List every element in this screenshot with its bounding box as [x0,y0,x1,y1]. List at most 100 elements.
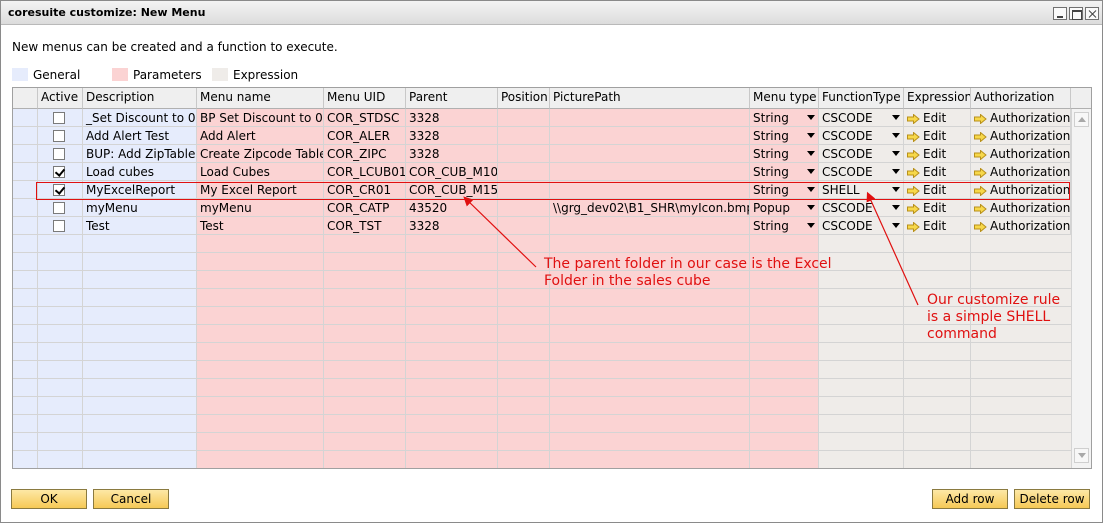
authorization-link-label[interactable]: Authorization [990,183,1070,197]
scroll-down-icon[interactable] [1074,448,1089,463]
menu-name-cell[interactable]: Create Zipcode Table [197,145,324,163]
table-row[interactable]: MyExcelReport My Excel Report COR_CR01 COR_… [13,181,1071,199]
menu-uid-cell[interactable]: COR_CR01 [324,181,406,199]
menu-type-dropdown[interactable]: String [750,127,819,145]
authorization-link-label[interactable]: Authorization [990,219,1070,233]
active-checkbox[interactable] [38,199,83,217]
authorization-link[interactable]: Authorization [971,145,1071,163]
picture-path-cell[interactable]: \\grg_dev02\B1_SHR\myIcon.bmp [550,199,750,217]
dropdown-arrow-icon[interactable] [892,169,900,174]
expression-edit-link[interactable]: Edit [904,163,971,181]
position-cell[interactable] [498,181,550,199]
arrow-right-icon[interactable] [907,203,920,215]
table-row[interactable]: Add Alert Test Add Alert COR_ALER 3328 Strin… [13,127,1071,145]
expression-edit-link-label[interactable]: Edit [923,129,946,143]
row-selector[interactable] [13,145,38,163]
description-cell[interactable]: _Set Discount to 0 [83,109,197,127]
table-row[interactable]: myMenu myMenu COR_CATP 43520 \\grg_dev02\B1_… [13,199,1071,217]
menu-type-dropdown[interactable]: Popup [750,199,819,217]
arrow-right-icon[interactable] [974,203,987,215]
menu-name-cell[interactable]: Add Alert [197,127,324,145]
description-cell[interactable]: Test [83,217,197,235]
row-selector[interactable] [13,181,38,199]
arrow-right-icon[interactable] [974,221,987,233]
position-cell[interactable] [498,163,550,181]
picture-path-cell[interactable] [550,181,750,199]
dropdown-arrow-icon[interactable] [807,133,815,138]
authorization-link-label[interactable]: Authorization [990,165,1070,179]
maximize-icon[interactable] [1069,7,1083,20]
picture-path-cell[interactable] [550,217,750,235]
arrow-right-icon[interactable] [974,131,987,143]
expression-edit-link[interactable]: Edit [904,217,971,235]
menu-uid-cell[interactable]: COR_LCUB01 [324,163,406,181]
function-type-dropdown[interactable]: CSCODE [819,199,904,217]
row-selector[interactable] [13,199,38,217]
position-cell[interactable] [498,217,550,235]
authorization-link[interactable]: Authorization [971,127,1071,145]
arrow-right-icon[interactable] [907,185,920,197]
dropdown-arrow-icon[interactable] [892,187,900,192]
active-checkbox[interactable] [38,163,83,181]
arrow-right-icon[interactable] [974,149,987,161]
authorization-link-label[interactable]: Authorization [990,201,1070,215]
table-row[interactable]: BUP: Add ZipTable Create Zipcode Table COR… [13,145,1071,163]
header-position[interactable]: Position [498,88,550,109]
header-description[interactable]: Description [83,88,197,109]
expression-edit-link[interactable]: Edit [904,199,971,217]
dropdown-arrow-icon[interactable] [892,223,900,228]
dropdown-arrow-icon[interactable] [807,151,815,156]
function-type-dropdown[interactable]: CSCODE [819,109,904,127]
menu-name-cell[interactable]: Load Cubes [197,163,324,181]
active-checkbox[interactable] [38,181,83,199]
close-icon[interactable] [1085,7,1099,20]
authorization-link-label[interactable]: Authorization [990,129,1070,143]
function-type-dropdown[interactable]: SHELL [819,181,904,199]
menu-uid-cell[interactable]: COR_STDSC [324,109,406,127]
arrow-right-icon[interactable] [907,149,920,161]
authorization-link[interactable]: Authorization [971,109,1071,127]
arrow-right-icon[interactable] [907,131,920,143]
arrow-right-icon[interactable] [907,221,920,233]
authorization-link[interactable]: Authorization [971,181,1071,199]
header-authorization[interactable]: Authorization [971,88,1071,109]
arrow-right-icon[interactable] [974,113,987,125]
expression-edit-link[interactable]: Edit [904,181,971,199]
scroll-up-icon[interactable] [1074,112,1089,127]
arrow-right-icon[interactable] [907,113,920,125]
expression-edit-link-label[interactable]: Edit [923,111,946,125]
menu-uid-cell[interactable]: COR_ZIPC [324,145,406,163]
menu-type-dropdown[interactable]: String [750,145,819,163]
parent-cell[interactable]: 3328 [406,217,498,235]
expression-edit-link[interactable]: Edit [904,109,971,127]
add-row-button[interactable]: Add row [932,489,1008,509]
expression-edit-link-label[interactable]: Edit [923,147,946,161]
parent-cell[interactable]: 3328 [406,127,498,145]
header-active[interactable]: Active [38,88,83,109]
dropdown-arrow-icon[interactable] [807,169,815,174]
checkbox-unchecked-icon[interactable] [53,112,65,124]
authorization-link[interactable]: Authorization [971,163,1071,181]
dropdown-arrow-icon[interactable] [807,223,815,228]
header-menu-name[interactable]: Menu name [197,88,324,109]
authorization-link-label[interactable]: Authorization [990,111,1070,125]
picture-path-cell[interactable] [550,109,750,127]
dropdown-arrow-icon[interactable] [807,205,815,210]
dropdown-arrow-icon[interactable] [892,151,900,156]
picture-path-cell[interactable] [550,127,750,145]
expression-edit-link[interactable]: Edit [904,145,971,163]
parent-cell[interactable]: COR_CUB_M15 [406,181,498,199]
header-menu-type[interactable]: Menu type [750,88,819,109]
active-checkbox[interactable] [38,217,83,235]
description-cell[interactable]: BUP: Add ZipTable [83,145,197,163]
checkbox-checked-icon[interactable] [53,184,65,196]
dropdown-arrow-icon[interactable] [892,133,900,138]
parent-cell[interactable]: COR_CUB_M10 [406,163,498,181]
checkbox-unchecked-icon[interactable] [53,220,65,232]
parent-cell[interactable]: 3328 [406,145,498,163]
minimize-icon[interactable] [1053,7,1067,20]
active-checkbox[interactable] [38,145,83,163]
row-selector[interactable] [13,217,38,235]
header-function-type[interactable]: FunctionType [819,88,904,109]
function-type-dropdown[interactable]: CSCODE [819,127,904,145]
